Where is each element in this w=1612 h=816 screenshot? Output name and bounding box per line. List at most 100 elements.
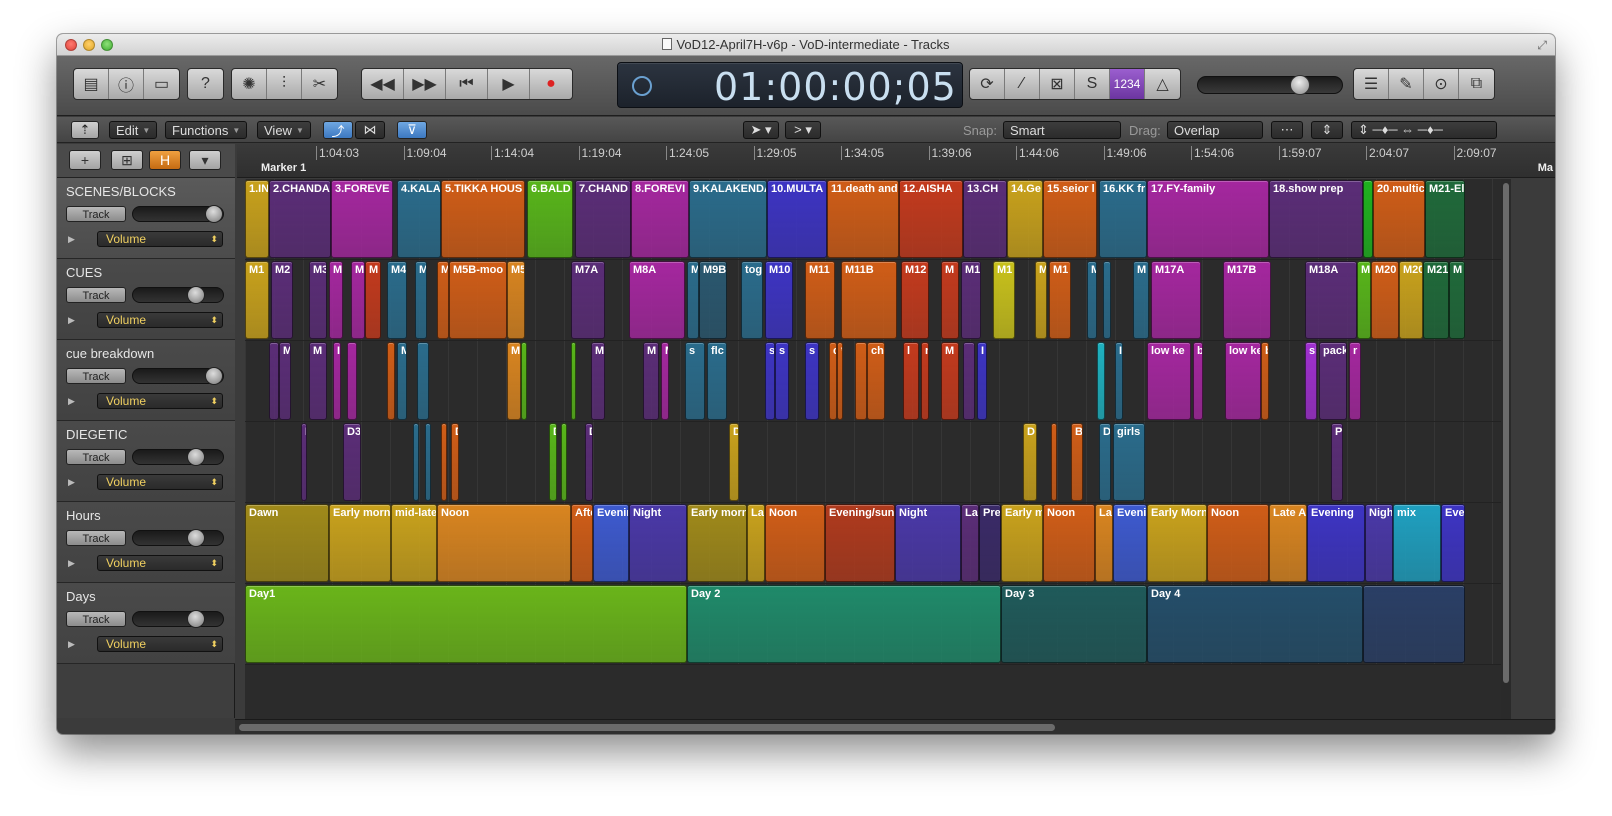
track-lane[interactable] [245, 422, 1501, 503]
region[interactable]: 13.CH [963, 180, 1007, 258]
track-lanes[interactable]: 1.IN 2.CHANDA 3.FOREVE 4.KALA 5.TIKKA HOUS 6.… [245, 179, 1501, 719]
region[interactable]: 11.death and [827, 180, 899, 258]
region[interactable]: M9B [699, 261, 727, 339]
region[interactable]: D3 [343, 423, 361, 501]
mixer-icon[interactable]: ⫶ [267, 69, 302, 99]
region[interactable]: M [437, 261, 449, 339]
track-volume-slider[interactable] [132, 205, 224, 223]
vertical-scroll-thumb[interactable] [1503, 183, 1509, 683]
region[interactable]: M11B [841, 261, 897, 339]
disclosure-triangle-icon[interactable]: ▶ [68, 639, 75, 650]
region[interactable]: Noon [1207, 504, 1269, 582]
region[interactable]: cha [867, 342, 885, 420]
region[interactable]: M [507, 342, 521, 420]
scissors-icon[interactable]: ✂ [302, 69, 337, 99]
track-button[interactable]: Track [66, 530, 126, 546]
region[interactable]: 7.CHAND [575, 180, 631, 258]
disclosure-triangle-icon[interactable]: ▶ [68, 477, 75, 488]
track-collapse-icon[interactable]: ▾ [189, 150, 221, 170]
region[interactable]: M [279, 342, 291, 420]
track-volume-slider[interactable] [132, 610, 224, 628]
automation-icon[interactable]: ⤴ [323, 121, 353, 139]
region[interactable]: D [451, 423, 459, 501]
region[interactable]: D [1099, 423, 1111, 501]
filter-icon[interactable]: ⊽ [397, 121, 427, 139]
region[interactable]: M2 [271, 261, 293, 339]
track-button[interactable]: Track [66, 287, 126, 303]
region[interactable] [1363, 180, 1373, 258]
horizontal-scrollbar[interactable] [235, 719, 1555, 734]
region[interactable]: r [1349, 342, 1361, 420]
count-in-button[interactable]: 1234 [1110, 69, 1145, 99]
region[interactable]: 4.KALA [397, 180, 441, 258]
region[interactable] [1051, 423, 1057, 501]
region[interactable]: M [1133, 261, 1149, 339]
marker-label[interactable]: Marker 1 [261, 162, 306, 174]
add-track-icon[interactable]: + [69, 150, 101, 170]
region[interactable]: * [837, 342, 843, 420]
region[interactable]: M17A [1151, 261, 1201, 339]
region[interactable]: Day 4 [1147, 585, 1363, 663]
region[interactable] [347, 342, 357, 420]
secondary-tool-icon[interactable]: > ▾ [785, 121, 821, 139]
zoom-sliders[interactable]: ⇕ ─♦─ ⇔ ─♦─ [1351, 121, 1497, 139]
region[interactable]: Day1 [245, 585, 687, 663]
edit-menu[interactable]: Edit ▼ [109, 121, 158, 139]
region[interactable]: s [805, 342, 819, 420]
region[interactable]: M [687, 261, 699, 339]
region[interactable]: Afte [571, 504, 593, 582]
track-volume-slider[interactable] [132, 529, 224, 547]
browsers-icon[interactable]: ⧉ [1459, 69, 1494, 99]
region[interactable]: M10 [765, 261, 793, 339]
region[interactable]: M [351, 261, 365, 339]
region[interactable]: M [309, 342, 327, 420]
track-button[interactable]: Track [66, 611, 126, 627]
region[interactable]: M1 [1049, 261, 1071, 339]
region[interactable]: M5 [507, 261, 525, 339]
track-volume-slider[interactable] [132, 448, 224, 466]
track-name[interactable]: DIEGETIC [66, 427, 127, 442]
region[interactable]: mix [1393, 504, 1441, 582]
region[interactable]: B [1071, 423, 1083, 501]
region[interactable]: Day 3 [1001, 585, 1147, 663]
region[interactable]: M [661, 342, 669, 420]
toolbar-icon[interactable]: ▭ [144, 69, 179, 99]
region[interactable] [441, 423, 447, 501]
region[interactable]: 16.KK fr [1099, 180, 1147, 258]
region[interactable]: 8.FOREVI [631, 180, 689, 258]
region[interactable]: M11 [805, 261, 835, 339]
region[interactable] [387, 342, 395, 420]
region[interactable] [561, 423, 567, 501]
region[interactable]: La [961, 504, 979, 582]
region[interactable]: M [591, 342, 605, 420]
tuner-icon[interactable]: ⁄ [1005, 69, 1040, 99]
track-header[interactable]: CUES Track ▶ Volume ⬍ [57, 259, 235, 340]
region[interactable] [413, 423, 419, 501]
region[interactable]: low ke [1147, 342, 1191, 420]
region[interactable]: Evening [1307, 504, 1365, 582]
region[interactable] [571, 342, 576, 420]
region[interactable]: La [1095, 504, 1113, 582]
region[interactable]: low ke [1225, 342, 1261, 420]
region[interactable]: M [329, 261, 343, 339]
region[interactable]: 20.multic [1373, 180, 1425, 258]
region[interactable]: M1 [993, 261, 1015, 339]
track-button[interactable]: Track [66, 206, 126, 222]
region[interactable]: Night [629, 504, 687, 582]
region[interactable]: b [1193, 342, 1203, 420]
region[interactable]: P [1331, 423, 1343, 501]
region[interactable]: Day 2 [687, 585, 1001, 663]
region[interactable]: girls [1113, 423, 1145, 501]
region[interactable]: D [585, 423, 593, 501]
flex-icon[interactable]: ⋈ [355, 121, 385, 139]
region[interactable]: M3 [309, 261, 327, 339]
automation-select[interactable]: Volume ⬍ [97, 231, 223, 247]
track-volume-knob[interactable] [205, 205, 223, 223]
region[interactable]: I [301, 423, 307, 501]
note-pad-icon[interactable]: ✎ [1389, 69, 1424, 99]
lcd-display[interactable]: 01:00:00;05 [617, 62, 963, 109]
functions-menu[interactable]: Functions ▼ [165, 121, 248, 139]
region[interactable]: 1.IN [245, 180, 269, 258]
region[interactable] [521, 342, 527, 420]
smart-controls-icon[interactable]: ✺ [232, 69, 267, 99]
